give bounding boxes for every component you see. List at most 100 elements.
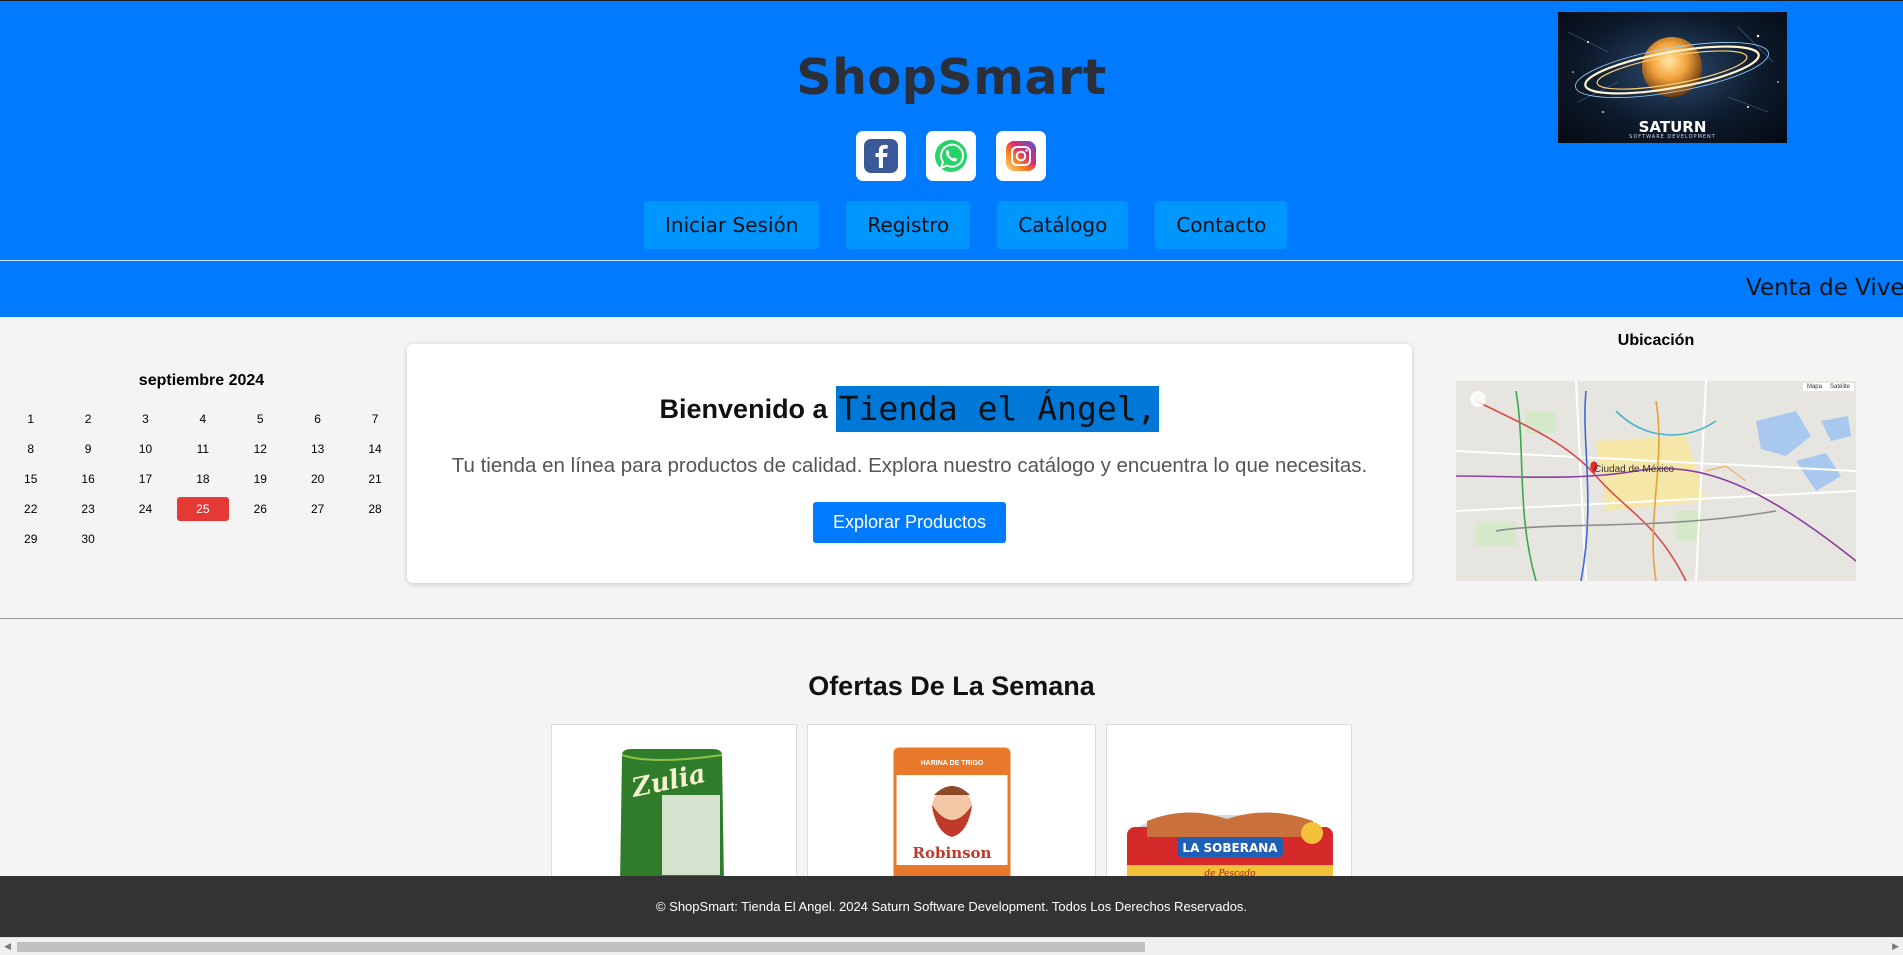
calendar-day[interactable]: 11 — [174, 434, 231, 464]
calendar-day-label: 2 — [84, 412, 92, 426]
facebook-link[interactable] — [856, 131, 906, 181]
calendar-day[interactable]: 30 — [59, 524, 116, 554]
zulia-product-image: Zulia — [620, 749, 724, 883]
facebook-icon — [864, 139, 898, 173]
marquee-text: Venta de Viver — [1746, 275, 1903, 301]
whatsapp-icon — [935, 140, 967, 172]
calendar-day-today[interactable]: 25 — [174, 494, 231, 524]
calendar-day[interactable]: 28 — [346, 494, 403, 524]
calendar-day[interactable]: 7 — [346, 404, 403, 434]
site-header: ShopSmart Iniciar Sesión Registro Catálo… — [0, 0, 1903, 261]
calendar-day-label: 18 — [196, 472, 210, 486]
calendar-day-label: 20 — [310, 472, 325, 486]
calendar-day-label: 13 — [310, 442, 325, 456]
la-soberana-brand-text: LA SOBERANA — [1182, 841, 1278, 855]
map-city-label: Ciudad de México — [1594, 464, 1675, 475]
calendar-day[interactable]: 29 — [2, 524, 59, 554]
calendar-day[interactable]: 20 — [289, 464, 346, 494]
map-graphic — [1456, 381, 1856, 581]
calendar-widget: septiembre 2024 1 2 3 4 5 6 7 8 9 10 11 12 13 14 15 16 1… — [0, 372, 403, 554]
offers-title: Ofertas De La Semana — [808, 671, 1095, 701]
map-type-option[interactable]: Satélite — [1825, 383, 1854, 391]
social-links — [856, 131, 1046, 181]
calendar-day-label: 1 — [27, 412, 35, 426]
calendar-day-label: 29 — [24, 532, 38, 546]
offer-card-zulia[interactable]: Zulia — [551, 724, 797, 884]
calendar-day[interactable]: 2 — [59, 404, 116, 434]
footer-copyright: © ShopSmart: Tienda El Angel. 2024 Satur… — [655, 899, 1248, 914]
calendar-day[interactable]: 14 — [346, 434, 403, 464]
la-soberana-product-image: LA SOBERANA de Pescado — [1127, 812, 1333, 879]
nav-login-button[interactable]: Iniciar Sesión — [644, 201, 820, 249]
calendar-day[interactable]: 26 — [232, 494, 289, 524]
saturn-logo: SATURN SOFTWARE DEVELOPMENT — [1558, 12, 1787, 143]
calendar-month-title: septiembre 2024 — [138, 372, 265, 389]
calendar-day[interactable]: 12 — [232, 434, 289, 464]
offer-card-robinson[interactable]: HARINA DE TRIGO Robinson — [807, 724, 1096, 884]
calendar-day-label: 12 — [253, 442, 267, 456]
map-type-option[interactable]: Mapa — [1802, 383, 1826, 391]
welcome-heading: Bienvenido a Tienda el Ángel, — [407, 386, 1412, 432]
calendar-day-label: 3 — [142, 412, 149, 426]
location-map[interactable]: Ciudad de México Mapa Satélite — [1456, 381, 1856, 581]
calendar-day-label: 10 — [138, 442, 153, 456]
main-nav: Iniciar Sesión Registro Catálogo Contact… — [644, 201, 1288, 249]
calendar-day-label: 5 — [256, 412, 264, 426]
site-footer: © ShopSmart: Tienda El Angel. 2024 Satur… — [0, 876, 1903, 937]
calendar-day[interactable]: 22 — [2, 494, 59, 524]
calendar-day[interactable]: 24 — [117, 494, 174, 524]
calendar-day[interactable]: 15 — [2, 464, 59, 494]
calendar-day[interactable]: 1 — [2, 404, 59, 434]
robinson-label-text: HARINA DE TRIGO — [921, 760, 984, 767]
calendar-day[interactable]: 6 — [289, 404, 346, 434]
calendar-day[interactable]: 4 — [174, 404, 231, 434]
whatsapp-link[interactable] — [926, 131, 976, 181]
calendar-day-label: 14 — [368, 442, 382, 456]
marquee-banner: Venta de Viver — [0, 261, 1903, 317]
calendar-day-label: 25 — [176, 497, 229, 521]
map-type-toggle[interactable]: Mapa Satélite — [1802, 383, 1854, 391]
calendar-day[interactable]: 23 — [59, 494, 116, 524]
scroll-right-icon[interactable]: ▶ — [1892, 941, 1899, 952]
offer-card-la-soberana[interactable]: LA SOBERANA de Pescado — [1106, 724, 1352, 884]
calendar-day-label: 23 — [81, 502, 95, 516]
calendar-day-label: 6 — [314, 412, 321, 426]
scrollbar-thumb[interactable] — [17, 942, 1145, 952]
calendar-day[interactable]: 18 — [174, 464, 231, 494]
calendar-day[interactable]: 27 — [289, 494, 346, 524]
nav-contact-button[interactable]: Contacto — [1155, 201, 1288, 249]
welcome-description: Tu tienda en línea para productos de cal… — [451, 454, 1368, 477]
instagram-link[interactable] — [996, 131, 1046, 181]
saturn-logo-subtext: SOFTWARE DEVELOPMENT — [1629, 134, 1716, 140]
horizontal-scrollbar[interactable]: ◀ ▶ — [0, 937, 1903, 955]
calendar-day[interactable]: 21 — [346, 464, 403, 494]
instagram-icon — [1006, 141, 1036, 171]
calendar-day[interactable]: 13 — [289, 434, 346, 464]
scroll-left-icon[interactable]: ◀ — [4, 941, 11, 952]
location-title: Ubicación — [1617, 332, 1695, 349]
calendar-day-label: 15 — [24, 472, 38, 486]
calendar-day[interactable]: 10 — [117, 434, 174, 464]
calendar-day[interactable]: 5 — [232, 404, 289, 434]
calendar-day-label: 9 — [84, 442, 92, 456]
calendar-day-label: 24 — [138, 502, 153, 516]
calendar-day-label: 26 — [253, 502, 267, 516]
calendar-day[interactable]: 19 — [232, 464, 289, 494]
store-name-highlight: Tienda el Ángel, — [835, 386, 1160, 432]
nav-register-button[interactable]: Registro — [846, 201, 971, 249]
calendar-day[interactable]: 17 — [117, 464, 174, 494]
calendar-grid: 1 2 3 4 5 6 7 8 9 10 11 12 13 14 15 16 17 18 19 20 21 22 23 24 2… — [2, 404, 403, 554]
welcome-prefix: Bienvenido a — [659, 393, 828, 424]
calendar-day-label: 11 — [196, 442, 210, 456]
calendar-day-label: 17 — [138, 472, 153, 486]
calendar-day[interactable]: 3 — [117, 404, 174, 434]
calendar-day-label: 7 — [371, 412, 379, 426]
calendar-day[interactable]: 16 — [59, 464, 116, 494]
calendar-day-label: 21 — [368, 472, 382, 486]
nav-catalog-button[interactable]: Catálogo — [997, 201, 1129, 249]
explore-products-button[interactable]: Explorar Productos — [813, 502, 1006, 543]
calendar-day[interactable]: 8 — [2, 434, 59, 464]
calendar-day[interactable]: 9 — [59, 434, 116, 464]
section-divider — [0, 618, 1903, 619]
calendar-day-label: 4 — [199, 412, 207, 426]
